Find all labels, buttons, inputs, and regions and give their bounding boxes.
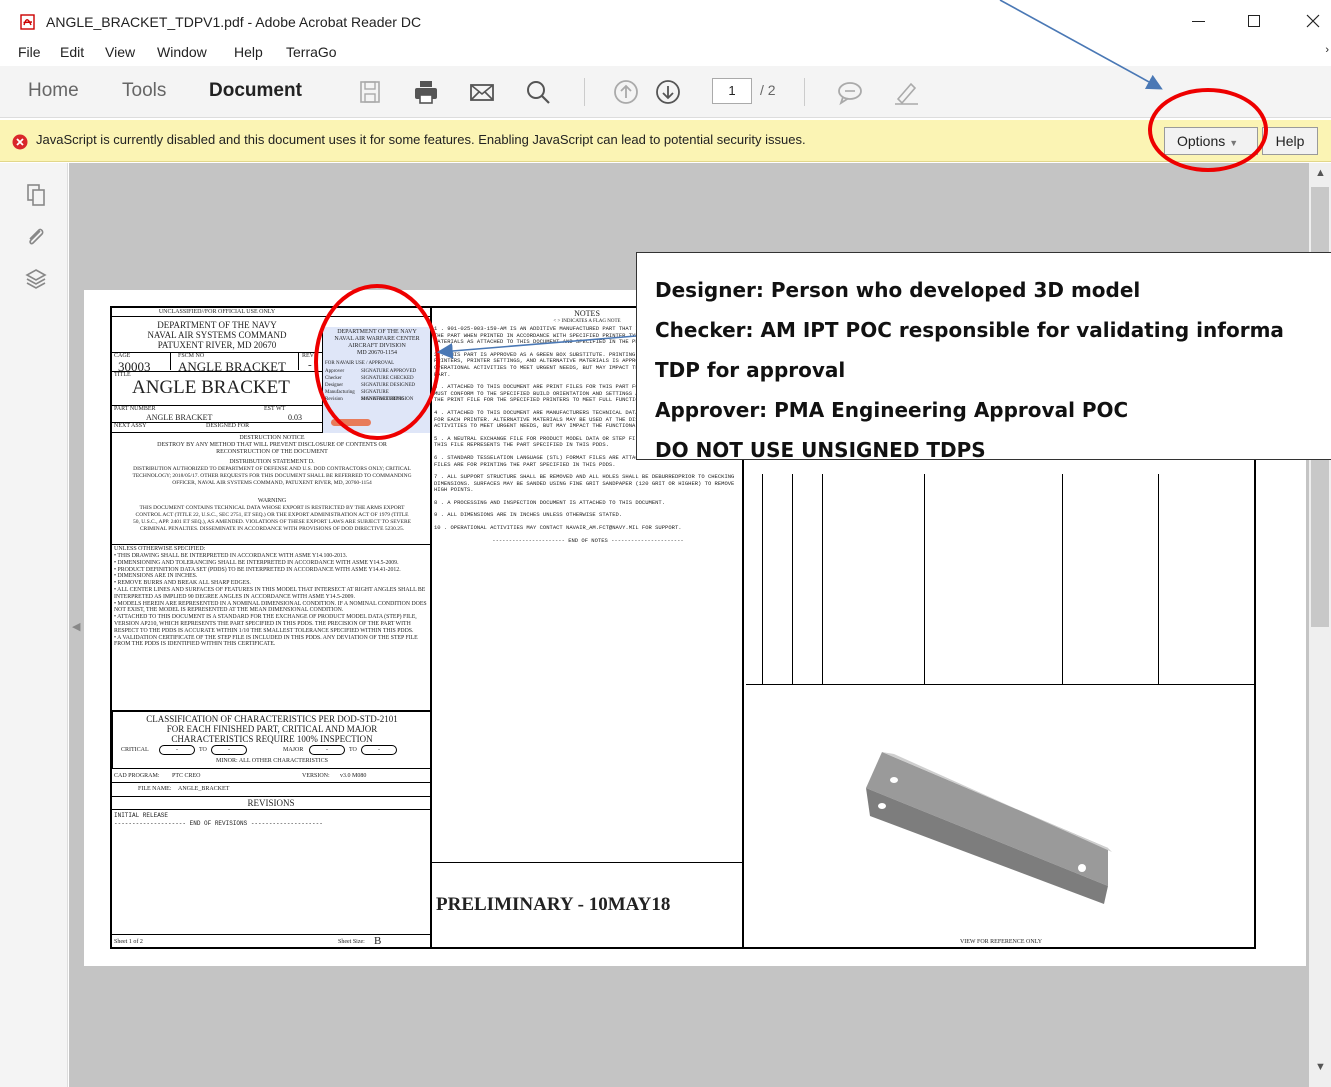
arrow-to-signature-block [436,335,637,359]
annotation-arrows [436,0,1163,359]
arrow-to-options [999,0,1163,90]
